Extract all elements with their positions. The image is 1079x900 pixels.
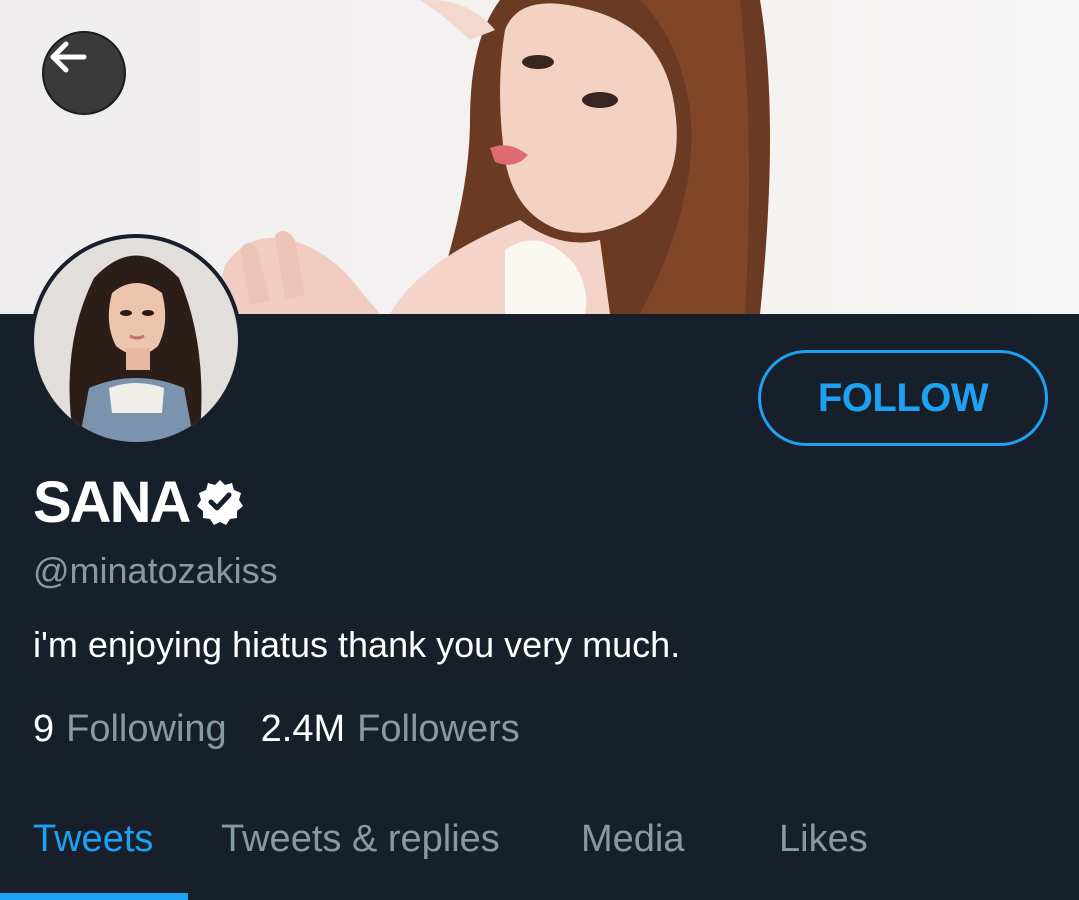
active-tab-indicator <box>0 893 188 900</box>
profile-stats: 9 Following 2.4M Followers <box>33 708 520 751</box>
profile-handle: @minatozakiss <box>33 550 278 591</box>
following-label: Following <box>66 708 227 750</box>
profile-bio: i'm enjoying hiatus thank you very much. <box>33 624 681 665</box>
followers-label: Followers <box>357 708 520 750</box>
following-count: 9 <box>33 708 55 750</box>
profile-name-row: SANA <box>33 469 245 535</box>
avatar-photo <box>34 238 238 442</box>
back-button[interactable] <box>42 31 126 115</box>
tab-tweets-and-replies[interactable]: Tweets & replies <box>221 818 500 861</box>
followers-stat[interactable]: 2.4M Followers <box>261 708 520 751</box>
follow-button[interactable]: FOLLOW <box>758 350 1048 446</box>
arrow-left-icon <box>50 41 87 73</box>
profile-avatar[interactable] <box>30 234 242 446</box>
verified-badge-icon <box>197 480 244 525</box>
tab-tweets[interactable]: Tweets <box>33 818 153 861</box>
profile-page: FOLLOW SANA @minatozakiss i'm enjoying h… <box>0 0 1079 900</box>
followers-count: 2.4M <box>260 708 346 750</box>
following-stat[interactable]: 9 Following <box>33 708 227 751</box>
display-name: SANA <box>33 469 191 535</box>
tab-media[interactable]: Media <box>581 818 685 861</box>
profile-tabs: Tweets Tweets & replies Media Likes <box>0 800 1079 900</box>
tab-likes[interactable]: Likes <box>779 818 868 861</box>
